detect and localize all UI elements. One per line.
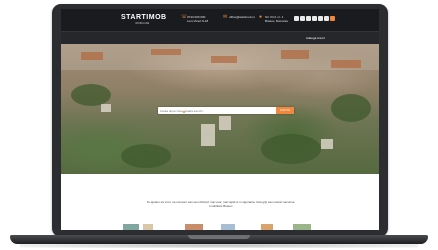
site-header: STARTIMOB IMOBILIARE ☏ 0743 000 000 Luni… xyxy=(61,9,379,31)
hero-city-photo: CAUTA xyxy=(61,44,379,174)
facebook-icon[interactable] xyxy=(294,16,299,21)
roof xyxy=(331,60,361,68)
tiktok-icon[interactable] xyxy=(318,16,323,21)
tree-cluster xyxy=(121,144,171,168)
tree-cluster xyxy=(331,94,371,122)
building xyxy=(321,139,333,149)
tree-cluster xyxy=(71,84,111,106)
phone-hours: Luni-Vineri 9-18 xyxy=(187,18,209,23)
tree-cluster xyxy=(261,134,321,164)
property-search: CAUTA xyxy=(158,107,294,114)
about-text: Te ajutam sa vinzi, sa cumperi sau sa in… xyxy=(121,200,321,208)
phone-icon: ☏ xyxy=(181,14,188,20)
youtube-icon[interactable] xyxy=(312,16,317,21)
main-nav: Vanzari ▾ Inchirieri ▾ Noi ▾ Servicii ▾ … xyxy=(61,31,379,50)
tower-block xyxy=(219,116,231,130)
rss-icon[interactable] xyxy=(330,16,335,21)
about-subtitle: Imobiliare Brasov xyxy=(209,204,233,208)
instagram-icon[interactable] xyxy=(300,16,305,21)
linkedin-icon[interactable] xyxy=(306,16,311,21)
location-icon: ● xyxy=(259,14,263,20)
roof xyxy=(211,56,237,63)
listing-thumbnail[interactable] xyxy=(185,224,203,230)
whatsapp-icon[interactable] xyxy=(324,16,329,21)
address-city: Brasov, Romania xyxy=(265,18,288,23)
listing-thumbnails xyxy=(123,224,323,230)
laptop-shadow xyxy=(20,243,418,248)
about-section: Te ajutam sa vinzi, sa cumperi sau sa in… xyxy=(61,174,379,230)
map-marker-icon xyxy=(183,111,185,113)
search-button[interactable]: CAUTA xyxy=(276,107,294,114)
roof xyxy=(151,49,181,55)
listing-thumbnail[interactable] xyxy=(123,224,139,230)
roof xyxy=(81,52,103,60)
tower-block xyxy=(201,124,215,146)
roof xyxy=(281,50,309,59)
site-logo[interactable]: STARTIMOB xyxy=(121,14,167,21)
header-email[interactable]: ✉ office@startimob.ro xyxy=(223,15,255,20)
listing-thumbnail[interactable] xyxy=(293,224,311,230)
header-phone[interactable]: ☏ 0743 000 000 Luni-Vineri 9-18 xyxy=(181,15,209,23)
laptop-notch xyxy=(188,235,250,239)
search-input[interactable] xyxy=(160,107,272,114)
listing-thumbnail[interactable] xyxy=(143,224,153,230)
building xyxy=(101,104,111,112)
header-address: ● Str. Prof. nr. 1 Brasov, Romania xyxy=(259,15,288,23)
listing-thumbnail[interactable] xyxy=(261,224,273,230)
laptop-screen: STARTIMOB IMOBILIARE ☏ 0743 000 000 Luni… xyxy=(61,9,379,230)
email-address: office@startimob.ro xyxy=(229,15,255,19)
nav-add-listing[interactable]: Adauga Anunt xyxy=(306,36,325,40)
social-links xyxy=(294,16,336,21)
logo-tagline: IMOBILIARE xyxy=(135,22,150,25)
mail-icon: ✉ xyxy=(223,14,228,20)
listing-thumbnail[interactable] xyxy=(221,224,235,230)
